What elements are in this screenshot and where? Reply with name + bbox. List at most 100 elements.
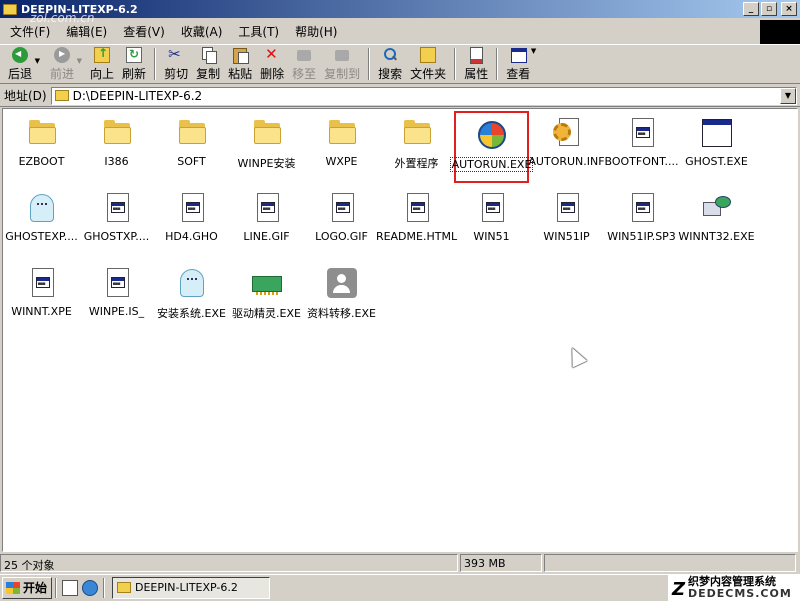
menu-favorites[interactable]: 收藏(A)	[175, 21, 229, 42]
file-item[interactable]: GHOSTXP....	[79, 186, 154, 258]
windows-flag-icon	[6, 581, 20, 594]
properties-button[interactable]: 属性	[460, 45, 492, 83]
file-icon	[626, 117, 658, 149]
search-button[interactable]: 搜索	[374, 45, 406, 83]
file-item[interactable]: AUTORUN.INF	[528, 111, 605, 183]
menu-edit[interactable]: 编辑(E)	[60, 21, 113, 42]
folders-button[interactable]: 文件夹	[406, 45, 450, 83]
task-button-explorer[interactable]: DEEPIN-LITEXP-6.2	[112, 576, 270, 599]
file-item[interactable]: AUTORUN.EXE	[449, 111, 534, 183]
file-name: 驱动精灵.EXE	[232, 307, 301, 320]
file-item[interactable]: EZBOOT	[4, 111, 79, 183]
file-name: AUTORUN.INF	[528, 155, 605, 168]
title-bar[interactable]: DEEPIN-LITEXP-6.2 _ ▫ ×	[0, 0, 800, 18]
file-icon	[476, 192, 508, 224]
toolbar-separator	[496, 48, 499, 80]
menu-view[interactable]: 查看(V)	[117, 21, 171, 42]
copy-to-icon	[334, 47, 350, 63]
file-name: GHOSTXP....	[83, 230, 150, 243]
close-button[interactable]: ×	[781, 2, 797, 16]
file-list[interactable]: EZBOOT I386 SOFT WINPE安装 WXPE 外置程序 AUTORUN.EXE…	[2, 108, 798, 552]
file-item[interactable]: WXPE	[304, 111, 379, 183]
delete-icon	[264, 45, 280, 63]
file-item[interactable]: WIN51IP.SP3	[604, 186, 679, 258]
forward-arrow-icon	[54, 46, 71, 63]
file-item[interactable]: LOGO.GIF	[304, 186, 379, 258]
cut-button[interactable]: 剪切	[160, 45, 192, 83]
delete-button[interactable]: 删除	[256, 45, 288, 83]
paste-button[interactable]: 粘贴	[224, 45, 256, 83]
ghost-icon	[26, 192, 58, 224]
folder-icon	[176, 117, 208, 149]
file-item[interactable]: README.HTML	[376, 186, 457, 258]
file-item[interactable]: WIN51	[454, 186, 529, 258]
file-item[interactable]: WIN51IP	[529, 186, 604, 258]
forward-button[interactable]: 前进 ▼	[46, 45, 82, 83]
menu-help[interactable]: 帮助(H)	[289, 21, 343, 42]
start-button[interactable]: 开始	[2, 576, 52, 599]
file-item[interactable]: WINPE.IS_	[79, 261, 154, 333]
file-item[interactable]: GHOSTEXP....	[4, 186, 79, 258]
scissors-icon	[168, 45, 184, 63]
file-item[interactable]: SOFT	[154, 111, 229, 183]
internet-explorer-icon[interactable]	[82, 579, 98, 596]
folders-label: 文件夹	[410, 66, 447, 81]
chevron-down-icon[interactable]: ▼	[77, 57, 82, 65]
paste-icon	[232, 47, 250, 64]
file-item[interactable]: BOOTFONT....	[604, 111, 679, 183]
chevron-down-icon[interactable]: ▼	[531, 47, 536, 55]
move-to-button[interactable]: 移至	[288, 45, 320, 83]
file-item[interactable]: 资料转移.EXE	[304, 261, 379, 333]
file-item[interactable]: HD4.GHO	[154, 186, 229, 258]
file-name: EZBOOT	[18, 155, 65, 168]
folder-icon	[54, 90, 69, 101]
file-name: AUTORUN.EXE	[449, 157, 534, 172]
file-item[interactable]: I386	[79, 111, 154, 183]
views-button[interactable]: 查看 ▼	[502, 45, 536, 83]
file-icon	[626, 192, 658, 224]
show-desktop-icon[interactable]	[62, 579, 78, 596]
address-input[interactable]: D:\DEEPIN-LITEXP-6.2 ▼	[50, 86, 797, 105]
address-path[interactable]: D:\DEEPIN-LITEXP-6.2	[73, 89, 780, 103]
file-name: WINNT32.EXE	[678, 230, 755, 243]
file-item[interactable]: 安装系统.EXE	[154, 261, 229, 333]
menu-file[interactable]: 文件(F)	[4, 21, 56, 42]
file-item[interactable]: GHOST.EXE	[679, 111, 754, 183]
file-name: 安装系统.EXE	[157, 307, 226, 320]
file-name: WIN51IP	[543, 230, 590, 243]
back-label: 后退	[8, 66, 33, 81]
status-bar: 25 个对象 393 MB	[0, 554, 800, 572]
refresh-label: 刷新	[122, 66, 147, 81]
status-count: 25 个对象	[0, 554, 458, 572]
file-name: GHOSTEXP....	[5, 230, 78, 243]
file-item[interactable]: 外置程序	[379, 111, 454, 183]
file-name: 资料转移.EXE	[307, 307, 376, 320]
file-item[interactable]: LINE.GIF	[229, 186, 304, 258]
folder-icon	[326, 117, 358, 149]
file-item[interactable]: WINNT32.EXE	[678, 186, 755, 258]
delete-label: 删除	[260, 66, 285, 81]
file-item[interactable]: 驱动精灵.EXE	[229, 261, 304, 333]
toolbar-separator	[454, 48, 457, 80]
network-computer-icon	[701, 192, 733, 224]
file-icon	[101, 267, 133, 299]
file-item[interactable]: WINNT.XPE	[4, 261, 79, 333]
restore-button[interactable]: ▫	[761, 2, 777, 16]
back-button[interactable]: 后退 ▼	[4, 45, 40, 83]
file-name: WIN51IP.SP3	[607, 230, 676, 243]
move-to-label: 移至	[292, 66, 317, 81]
file-item[interactable]: WINPE安装	[229, 111, 304, 183]
copy-to-button[interactable]: 复制到	[320, 45, 364, 83]
menu-tools[interactable]: 工具(T)	[232, 21, 285, 42]
copy-button[interactable]: 复制	[192, 45, 224, 83]
minimize-button[interactable]: _	[743, 2, 759, 16]
back-arrow-icon	[12, 46, 28, 63]
toolbar-separator	[154, 48, 157, 80]
views-label: 查看	[506, 66, 531, 81]
chevron-down-icon[interactable]: ▼	[35, 57, 40, 65]
up-button[interactable]: 向上	[86, 45, 118, 83]
address-dropdown-button[interactable]: ▼	[780, 87, 796, 104]
copy-icon	[200, 46, 218, 64]
refresh-button[interactable]: 刷新	[118, 45, 150, 83]
file-name: GHOST.EXE	[685, 155, 748, 168]
